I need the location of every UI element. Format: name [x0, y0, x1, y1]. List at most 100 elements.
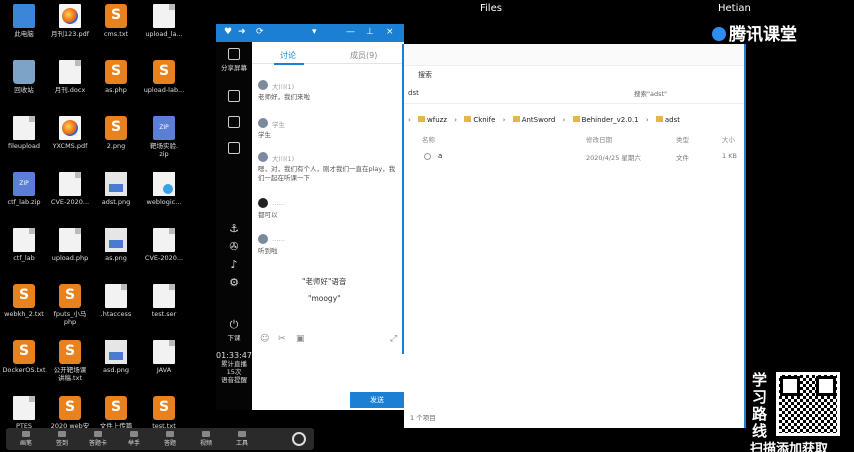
whiteboard-button[interactable]: [216, 90, 252, 104]
mic-button[interactable]: ⚓: [216, 222, 252, 235]
qr-code: [776, 372, 840, 436]
explorer-ribbon-tab[interactable]: 搜索: [418, 70, 432, 80]
orange-file-icon: [59, 340, 81, 364]
pc-file-icon: [13, 4, 35, 28]
doc-file-icon: [153, 340, 175, 364]
camera-button[interactable]: ✇: [216, 240, 252, 253]
orange-file-icon: [13, 340, 35, 364]
send-button[interactable]: 发送: [350, 392, 404, 408]
toolbar-video[interactable]: 视频: [192, 431, 220, 447]
scissors-icon[interactable]: ✂: [278, 334, 286, 344]
column-size[interactable]: 大小: [722, 134, 735, 144]
settings-button[interactable]: ⚙: [216, 276, 252, 289]
orange-file-icon: [59, 396, 81, 420]
orange-file-icon: [105, 116, 127, 140]
column-type[interactable]: 类型: [676, 134, 689, 144]
breadcrumb-item[interactable]: wfuzz: [418, 116, 447, 124]
desktop-icon-label: CVE-2020...: [144, 254, 184, 262]
desktop-icon[interactable]: 靶场实验. zip: [136, 116, 192, 158]
column-name[interactable]: 名称: [422, 134, 435, 144]
img-file-icon: [105, 228, 127, 252]
toolbar-raise-hand[interactable]: 举手: [120, 431, 148, 447]
file-explorer-window: 搜索 dst 搜索"adst" › wfuzz › Cknife › AntSw…: [404, 44, 744, 428]
desktop-icon[interactable]: test.ser: [136, 284, 192, 318]
classroom-bottom-toolbar: 画笔 签到 答题卡 举手 答题 视频 工具: [6, 428, 314, 450]
toolbar-quiz[interactable]: 答题: [156, 431, 184, 447]
desktop-icon[interactable]: CVE-2020...: [136, 228, 192, 262]
message-text: 学生: [258, 131, 271, 139]
message-author: ……: [272, 235, 285, 243]
desktop-icon[interactable]: upload-lab...: [136, 60, 192, 94]
promo-side-text: 学习路线: [752, 371, 768, 440]
video-icon: [228, 142, 240, 154]
music-button[interactable]: ♪: [216, 258, 252, 271]
folder-icon: [512, 116, 520, 122]
close-icon[interactable]: ×: [386, 27, 394, 37]
search-input[interactable]: 搜索"adst": [634, 88, 734, 100]
breadcrumb-item[interactable]: Behinder_v2.0.1: [572, 116, 639, 124]
bin-file-icon: [13, 60, 35, 84]
column-date[interactable]: 修改日期: [586, 134, 612, 144]
message-author: 学生: [272, 121, 285, 129]
desktop-icon[interactable]: test.txt: [136, 396, 192, 430]
emoji-icon[interactable]: ☺: [260, 334, 269, 344]
desktop-icon[interactable]: JAVA: [136, 340, 192, 374]
img-file-icon: [105, 340, 127, 364]
status-bar: 1 个项目: [410, 414, 436, 422]
message-text: 听到啦: [258, 247, 278, 255]
minimize-icon[interactable]: —: [346, 27, 355, 37]
tab-members[interactable]: 成员(9): [350, 50, 377, 61]
address-bar[interactable]: dst 搜索"adst": [404, 84, 744, 104]
pin-icon[interactable]: ⊥: [366, 27, 374, 37]
chevron-right-icon: ›: [454, 116, 458, 124]
voice-message-bubble[interactable]: "moogy": [308, 294, 341, 303]
zip-file-icon: [13, 172, 35, 196]
breadcrumb-item[interactable]: AntSword: [512, 116, 555, 124]
hetian-window-title: Hetian: [718, 3, 751, 14]
refresh-icon[interactable]: ⟳: [256, 27, 264, 37]
voice-message-bubble[interactable]: "老师好"语音: [302, 276, 346, 287]
desktop-icon-label: test.ser: [151, 310, 177, 318]
file-type: 文件: [676, 154, 689, 162]
avatar: [258, 118, 268, 128]
whiteboard-icon: [228, 90, 240, 102]
toolbar-answer-card[interactable]: 答题卡: [84, 431, 112, 447]
image-icon[interactable]: ▣: [296, 334, 305, 344]
tab-discussion[interactable]: 讨论: [280, 50, 296, 61]
file-size: 1 KB: [722, 152, 737, 160]
promo-bottom-text: 扫描添加获取: [750, 442, 829, 452]
file-row[interactable]: a 2020/4/25 星期六 文件 1 KB: [404, 150, 744, 162]
checkin-icon: [58, 431, 66, 437]
avatar: [258, 152, 268, 162]
breadcrumb-item[interactable]: adst: [655, 116, 680, 124]
screen-share-icon: [228, 48, 240, 60]
ppt-button[interactable]: [216, 116, 252, 130]
toolbar-checkin[interactable]: 签到: [48, 431, 76, 447]
desktop-icon[interactable]: upload_la...: [136, 4, 192, 38]
video-button[interactable]: [216, 142, 252, 156]
share-icon[interactable]: ➜: [238, 27, 246, 37]
chevron-right-icon: ›: [562, 116, 566, 124]
heart-icon[interactable]: ♥: [224, 27, 232, 37]
desktop-icon[interactable]: weblogic...: [136, 172, 192, 206]
address-path[interactable]: dst: [408, 89, 419, 97]
live-timer: 01:33:47: [216, 351, 252, 360]
dropdown-icon[interactable]: ▾: [312, 27, 317, 37]
gear-icon: ⚙: [229, 276, 239, 289]
toolbar-pen[interactable]: 画笔: [12, 431, 40, 447]
tencent-logo-icon: [712, 27, 726, 41]
toolbar-tools[interactable]: 工具: [228, 431, 256, 447]
end-class-button[interactable]: ⏻ 下课: [216, 318, 252, 342]
power-icon[interactable]: [292, 432, 306, 446]
message-text: 都可以: [258, 211, 278, 219]
message-author: ……: [272, 199, 285, 207]
share-screen-button[interactable]: 分享屏幕: [216, 48, 252, 72]
orange-file-icon: [105, 60, 127, 84]
message-author: 大川(1): [272, 83, 295, 91]
breadcrumb-item[interactable]: Cknife: [464, 116, 495, 124]
expand-icon[interactable]: ⤢: [390, 334, 397, 344]
mic-icon: ⚓: [229, 222, 239, 235]
web-file-icon: [153, 172, 175, 196]
doc-file-icon: [59, 172, 81, 196]
desktop: 此电脑月刊123.pdfcms.txtupload_la...回收站月刊.doc…: [0, 0, 854, 452]
